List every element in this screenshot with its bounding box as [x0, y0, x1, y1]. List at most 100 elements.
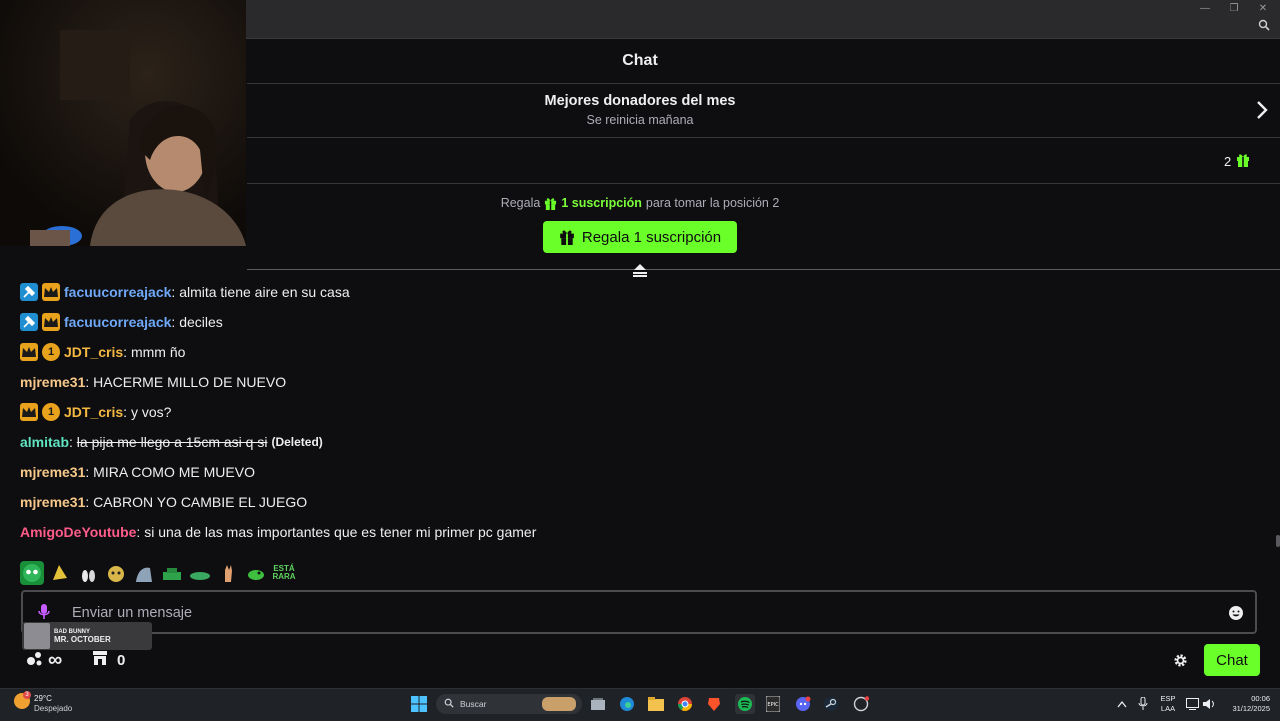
collapse-icon[interactable]: [631, 262, 649, 278]
restore-icon[interactable]: ❐: [1224, 2, 1244, 16]
emote-icon[interactable]: [20, 561, 44, 585]
chat-message: AmigoDeYoutube: si una de las mas import…: [20, 517, 1260, 547]
search-label: Buscar: [460, 699, 487, 709]
gift-prompt-prefix: Regala: [500, 196, 541, 210]
crown-badge-icon[interactable]: [20, 343, 38, 361]
rank-one-badge-icon[interactable]: 1: [42, 403, 60, 421]
chrome-icon[interactable]: [677, 696, 693, 712]
gift-prompt-highlight-text: 1 suscripción: [561, 196, 642, 210]
chat-message-text: almita tiene aire en su casa: [179, 284, 350, 300]
emote-icon[interactable]: [48, 561, 72, 585]
taskbar-clock[interactable]: 00:06 31/12/2025: [1224, 694, 1270, 714]
chat-username[interactable]: mjreme31: [20, 374, 85, 390]
chevron-right-icon[interactable]: [1252, 99, 1272, 121]
emote-icon[interactable]: [244, 561, 268, 585]
donors-title: Mejores donadores del mes: [544, 93, 736, 109]
gift-subscription-button-label: Regala 1 suscripción: [581, 228, 722, 246]
crown-badge-icon[interactable]: [42, 313, 60, 331]
discord-icon[interactable]: [795, 696, 811, 712]
chat-message-text: y vos?: [130, 404, 172, 420]
epic-games-icon[interactable]: EPIC: [765, 696, 781, 712]
chat-username[interactable]: facuucorreajack: [64, 284, 171, 300]
gift-icon: [560, 230, 574, 245]
chat-message-text: CABRON YO CAMBIE EL JUEGO: [93, 494, 308, 510]
minimize-icon[interactable]: —: [1195, 2, 1215, 16]
chat-message-list: facuucorreajack: almita tiene aire en su…: [20, 277, 1260, 547]
chat-username[interactable]: mjreme31: [20, 494, 85, 510]
divider: [247, 183, 1280, 184]
emote-icon[interactable]: [132, 561, 156, 585]
divider: [247, 137, 1280, 138]
brave-browser-icon[interactable]: [706, 696, 722, 712]
crown-badge-icon[interactable]: [20, 403, 38, 421]
store-button[interactable]: 0: [92, 650, 125, 670]
emoji-picker-icon[interactable]: [1228, 605, 1244, 621]
emote-icon[interactable]: [216, 561, 240, 585]
channel-points[interactable]: ∞: [26, 649, 62, 672]
input-language-line1: ESP: [1160, 694, 1176, 703]
moderator-badge-icon[interactable]: [20, 283, 38, 301]
album-art: [24, 623, 50, 649]
taskbar-search[interactable]: Buscar: [436, 694, 582, 714]
microphone-tray-icon[interactable]: [1135, 696, 1151, 712]
file-explorer-icon[interactable]: [648, 696, 664, 712]
volume-icon[interactable]: [1201, 696, 1217, 712]
chat-message: facuucorreajack: deciles: [20, 307, 1260, 337]
clock-time: 00:06: [1251, 694, 1270, 703]
deleted-label: (Deleted): [271, 435, 323, 449]
gear-icon[interactable]: [1173, 653, 1188, 668]
chat-username[interactable]: mjreme31: [20, 464, 85, 480]
gift-subscription-button[interactable]: Regala 1 suscripción: [543, 221, 737, 253]
store-count: 0: [117, 651, 126, 669]
emote-icon[interactable]: [160, 561, 184, 585]
search-highlight-icon: [542, 697, 576, 711]
weather-description: Despejado: [34, 704, 73, 713]
svg-text:EPIC: EPIC: [767, 702, 779, 708]
chevron-up-icon[interactable]: [1114, 696, 1130, 712]
chat-message-input[interactable]: [70, 600, 1214, 626]
clock-date: 31/12/2025: [1232, 704, 1270, 713]
microphone-icon[interactable]: [36, 603, 52, 621]
close-icon[interactable]: ✕: [1253, 2, 1273, 16]
steam-icon[interactable]: [823, 696, 839, 712]
search-icon: [444, 695, 454, 713]
edge-browser-icon[interactable]: [619, 696, 635, 712]
emote-bar: ESTÁ RARA: [20, 560, 296, 586]
chat-username[interactable]: facuucorreajack: [64, 314, 171, 330]
gift-prompt: Regala 1 suscripción para tomar la posic…: [247, 196, 1033, 210]
crown-badge-icon[interactable]: [42, 283, 60, 301]
donors-subtitle: Se reinicia mañana: [586, 113, 694, 127]
emote-icon[interactable]: [104, 561, 128, 585]
chat-message: 1 JDT_cris: y vos?: [20, 397, 1260, 427]
input-language-line2: LAA: [1160, 704, 1176, 713]
chat-username[interactable]: AmigoDeYoutube: [20, 524, 136, 540]
chat-message: mjreme31: HACERME MILLO DE NUEVO: [20, 367, 1260, 397]
chat-separator: :: [171, 314, 180, 330]
emote-icon[interactable]: [76, 561, 100, 585]
chat-separator: :: [85, 494, 94, 510]
gift-icon: [545, 197, 557, 210]
notification-badge: 3: [23, 691, 31, 699]
gift-prompt-highlight: 1 suscripción: [544, 196, 642, 210]
send-chat-button[interactable]: Chat: [1204, 644, 1260, 676]
chat-username[interactable]: JDT_cris: [64, 404, 123, 420]
moderator-badge-icon[interactable]: [20, 313, 38, 331]
scrollbar[interactable]: [1276, 535, 1280, 547]
spotify-icon[interactable]: [735, 694, 755, 714]
rank-one-badge-icon[interactable]: 1: [42, 343, 60, 361]
chat-message-text: la pija me llego a 15cm asi q si: [76, 434, 268, 450]
chat-username[interactable]: almitab: [20, 434, 69, 450]
chat-separator: :: [136, 524, 145, 540]
channel-points-icon: [26, 649, 44, 672]
chat-message: mjreme31: CABRON YO CAMBIE EL JUEGO: [20, 487, 1260, 517]
task-view-icon[interactable]: [590, 696, 606, 712]
network-icon[interactable]: [1185, 696, 1201, 712]
emote-esta-rara[interactable]: ESTÁ RARA: [272, 561, 296, 585]
zoom-icon[interactable]: [1256, 19, 1272, 35]
emote-icon[interactable]: [188, 561, 212, 585]
chat-username[interactable]: JDT_cris: [64, 344, 123, 360]
chat-separator: :: [123, 404, 131, 420]
windows-start-icon[interactable]: [411, 696, 427, 712]
input-language[interactable]: ESP LAA: [1158, 694, 1178, 714]
app-icon[interactable]: [853, 696, 869, 712]
